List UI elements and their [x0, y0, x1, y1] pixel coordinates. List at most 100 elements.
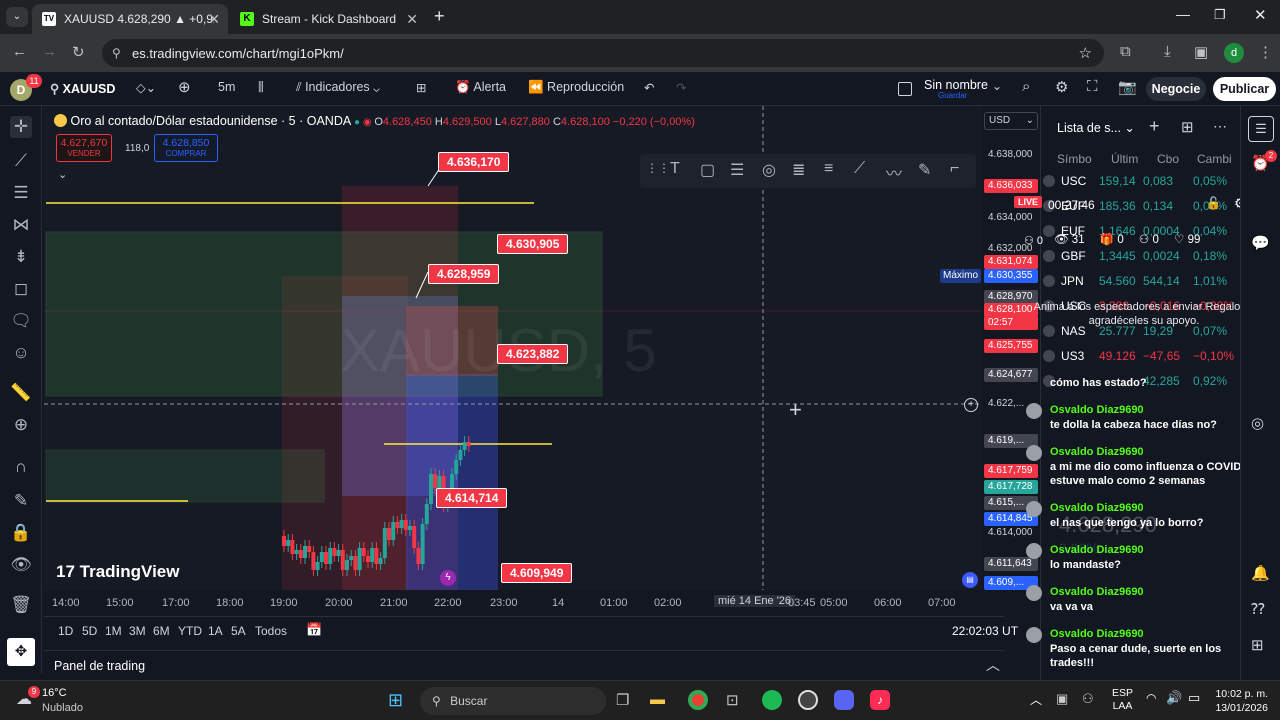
watchlist-layout-icon[interactable]: ⊞	[1181, 118, 1194, 136]
zoom-icon[interactable]: ⊕	[10, 414, 32, 436]
emoji-icon[interactable]: ☺	[10, 342, 32, 364]
extension-puzzle-icon[interactable]: ▣	[1194, 43, 1208, 61]
range-button[interactable]: 1M	[105, 624, 122, 638]
store-icon[interactable]: ⊡	[726, 691, 739, 709]
close-icon[interactable]: ✕	[406, 11, 418, 28]
tiktok-icon[interactable]: ♪	[870, 690, 890, 710]
trash-icon[interactable]: 🗑	[10, 594, 32, 616]
chat-username[interactable]: Osvaldo Diaz9690	[1050, 446, 1270, 458]
fib-icon[interactable]: ☰	[10, 182, 32, 204]
clock-area[interactable]: 10:02 p. m. 13/01/2026	[1208, 687, 1268, 715]
range-button[interactable]: 5A	[231, 624, 246, 638]
chrome-icon[interactable]	[688, 690, 708, 710]
expand-panel-icon[interactable]: ︿	[986, 655, 1000, 675]
lock-icon[interactable]: 🔒	[10, 522, 32, 544]
publish-button[interactable]: Publicar	[1213, 77, 1276, 101]
chat-sidebar-icon[interactable]: 💬	[1251, 234, 1270, 252]
taskbar-search[interactable]: ⚲ Buscar	[420, 687, 606, 715]
profile-avatar[interactable]: d	[1224, 43, 1244, 63]
price-callout[interactable]: 4.630,905	[497, 234, 569, 254]
site-info-icon[interactable]: ⚲	[112, 46, 121, 60]
wave-icon[interactable]: 〰	[886, 160, 902, 184]
legend-row[interactable]: Oro al contado/Dólar estadounidense · 5 …	[54, 114, 695, 128]
ruler-icon[interactable]: 📏	[10, 382, 32, 404]
obs-icon[interactable]	[798, 690, 818, 710]
range-button[interactable]: 3M	[129, 624, 146, 638]
extensions-icon[interactable]: ⧉	[1120, 43, 1131, 60]
range-button[interactable]: Todos	[255, 624, 287, 638]
lines-icon[interactable]: ☰	[730, 160, 744, 180]
watchlist-title[interactable]: Lista de s... ⌄	[1057, 120, 1135, 135]
url-field[interactable]: ⚲ es.tradingview.com/chart/mgi1oPkm/ ☆	[102, 39, 1104, 67]
chat-username[interactable]: Osvaldo Diaz9690	[1050, 404, 1270, 416]
chat-message[interactable]: Osvaldo Diaz9690 Paso a cenar dude, suert…	[1010, 627, 1270, 670]
layout-dropdown-icon[interactable]: ⌄	[992, 79, 1002, 93]
range-button[interactable]: 6M	[153, 624, 170, 638]
range-button[interactable]: 1A	[208, 624, 223, 638]
bell-sidebar-icon[interactable]: 🔔	[1251, 564, 1270, 582]
currency-select[interactable]: USD ⌄	[984, 112, 1038, 130]
chart-type-icon[interactable]: ⫼	[258, 80, 264, 95]
sell-button[interactable]: 4.627,670 VENDER	[56, 134, 112, 162]
brush-icon[interactable]: ◻	[10, 278, 32, 300]
settings-icon[interactable]: ⚙	[1055, 78, 1068, 96]
pattern-icon[interactable]: ⋈	[10, 214, 32, 236]
redo-icon[interactable]: ↷	[676, 80, 686, 95]
close-window-icon[interactable]: ✕	[1254, 6, 1267, 24]
quick-search-icon[interactable]: ⌕	[1022, 78, 1030, 95]
language-indicator[interactable]: ESP LAA	[1112, 687, 1133, 713]
price-callout[interactable]: 4.628,959	[428, 264, 500, 284]
tab-kick[interactable]: K Stream - Kick Dashboard ✕	[230, 4, 426, 34]
circle-icon[interactable]: ◎	[762, 160, 776, 180]
eye-icon[interactable]: ◉	[363, 117, 375, 128]
add-alert-icon[interactable]: +	[964, 398, 978, 412]
file-explorer-icon[interactable]: ▬	[650, 691, 665, 708]
download-icon[interactable]: ⤓	[1164, 43, 1171, 60]
grid-sidebar-icon[interactable]: ⊞	[1251, 636, 1264, 654]
chat-username[interactable]: Osvaldo Diaz9690	[1050, 628, 1270, 640]
goto-date-icon[interactable]: 📅	[306, 622, 322, 638]
lock-drawings-icon[interactable]: ✎	[10, 490, 32, 512]
fib-tool-icon[interactable]: ≣	[792, 160, 805, 180]
chart-pane[interactable]: + XAUUSD, 5 Oro al contado/Dólar estadou…	[44, 106, 982, 590]
minimize-icon[interactable]: —	[1176, 6, 1190, 22]
watchlist-column-header[interactable]: Últim	[1111, 152, 1138, 166]
tab-tradingview[interactable]: TV XAUUSD 4.628,290 ▲ +0,92% S ✕	[32, 4, 228, 34]
close-icon[interactable]: ✕	[208, 11, 220, 28]
help-sidebar-icon[interactable]: ⁇	[1251, 600, 1265, 618]
range-button[interactable]: YTD	[178, 624, 202, 638]
watchlist-column-header[interactable]: Cambi	[1197, 152, 1232, 166]
spotify-icon[interactable]	[762, 690, 782, 710]
add-symbol-icon[interactable]: +	[1149, 116, 1160, 137]
buy-button[interactable]: 4.628,850 COMPRAR	[154, 134, 218, 162]
channel-icon[interactable]: ≡	[824, 160, 833, 178]
crosshair-icon[interactable]: ✛	[10, 116, 32, 138]
time-axis[interactable]: 14:00 15:00 17:00 18:00 19:00 20:00 21:00 22:00…	[44, 590, 982, 616]
trade-button[interactable]: Negocie	[1146, 77, 1206, 101]
volume-icon[interactable]: 🔊	[1166, 690, 1182, 706]
eye-icon[interactable]: 👁	[10, 554, 32, 576]
start-icon[interactable]: ⊞	[388, 690, 403, 711]
fullscreen-icon[interactable]: ⛶	[1087, 78, 1098, 95]
layout-checkbox[interactable]	[898, 82, 912, 96]
text-tool-icon[interactable]: 🗨	[10, 310, 32, 332]
rectangle-icon[interactable]: ▢	[700, 160, 715, 180]
alert-button[interactable]: ⏰ Alerta	[455, 80, 506, 95]
lightning-icon[interactable]: ϟ	[440, 570, 456, 586]
chat-message[interactable]: Osvaldo Diaz9690 lo mandaste?	[1010, 543, 1270, 572]
chat-username[interactable]: Osvaldo Diaz9690	[1050, 544, 1270, 556]
pen-icon[interactable]: ✎	[918, 160, 931, 180]
templates-icon[interactable]: ⊞	[416, 80, 426, 95]
price-callout[interactable]: 4.636,170	[438, 152, 510, 172]
add-symbol-icon[interactable]: ⊕	[178, 78, 191, 96]
callout-icon[interactable]: ⌐	[950, 160, 959, 178]
drag-handle-icon[interactable]: ⋮⋮	[646, 161, 670, 175]
price-callout[interactable]: 4.614,714	[436, 488, 508, 508]
target-sidebar-icon[interactable]: ◎	[1251, 414, 1264, 432]
restore-icon[interactable]: ❐	[1214, 7, 1226, 23]
chat-message[interactable]: Osvaldo Diaz9690 el nas que tengo ya lo b…	[1010, 501, 1270, 530]
line-icon[interactable]: ⟋	[854, 160, 865, 178]
compare-icon[interactable]: ◇⌄	[136, 80, 156, 95]
lock-icon[interactable]: 🔓	[1206, 196, 1221, 210]
interval-button[interactable]: 5m	[218, 80, 235, 94]
